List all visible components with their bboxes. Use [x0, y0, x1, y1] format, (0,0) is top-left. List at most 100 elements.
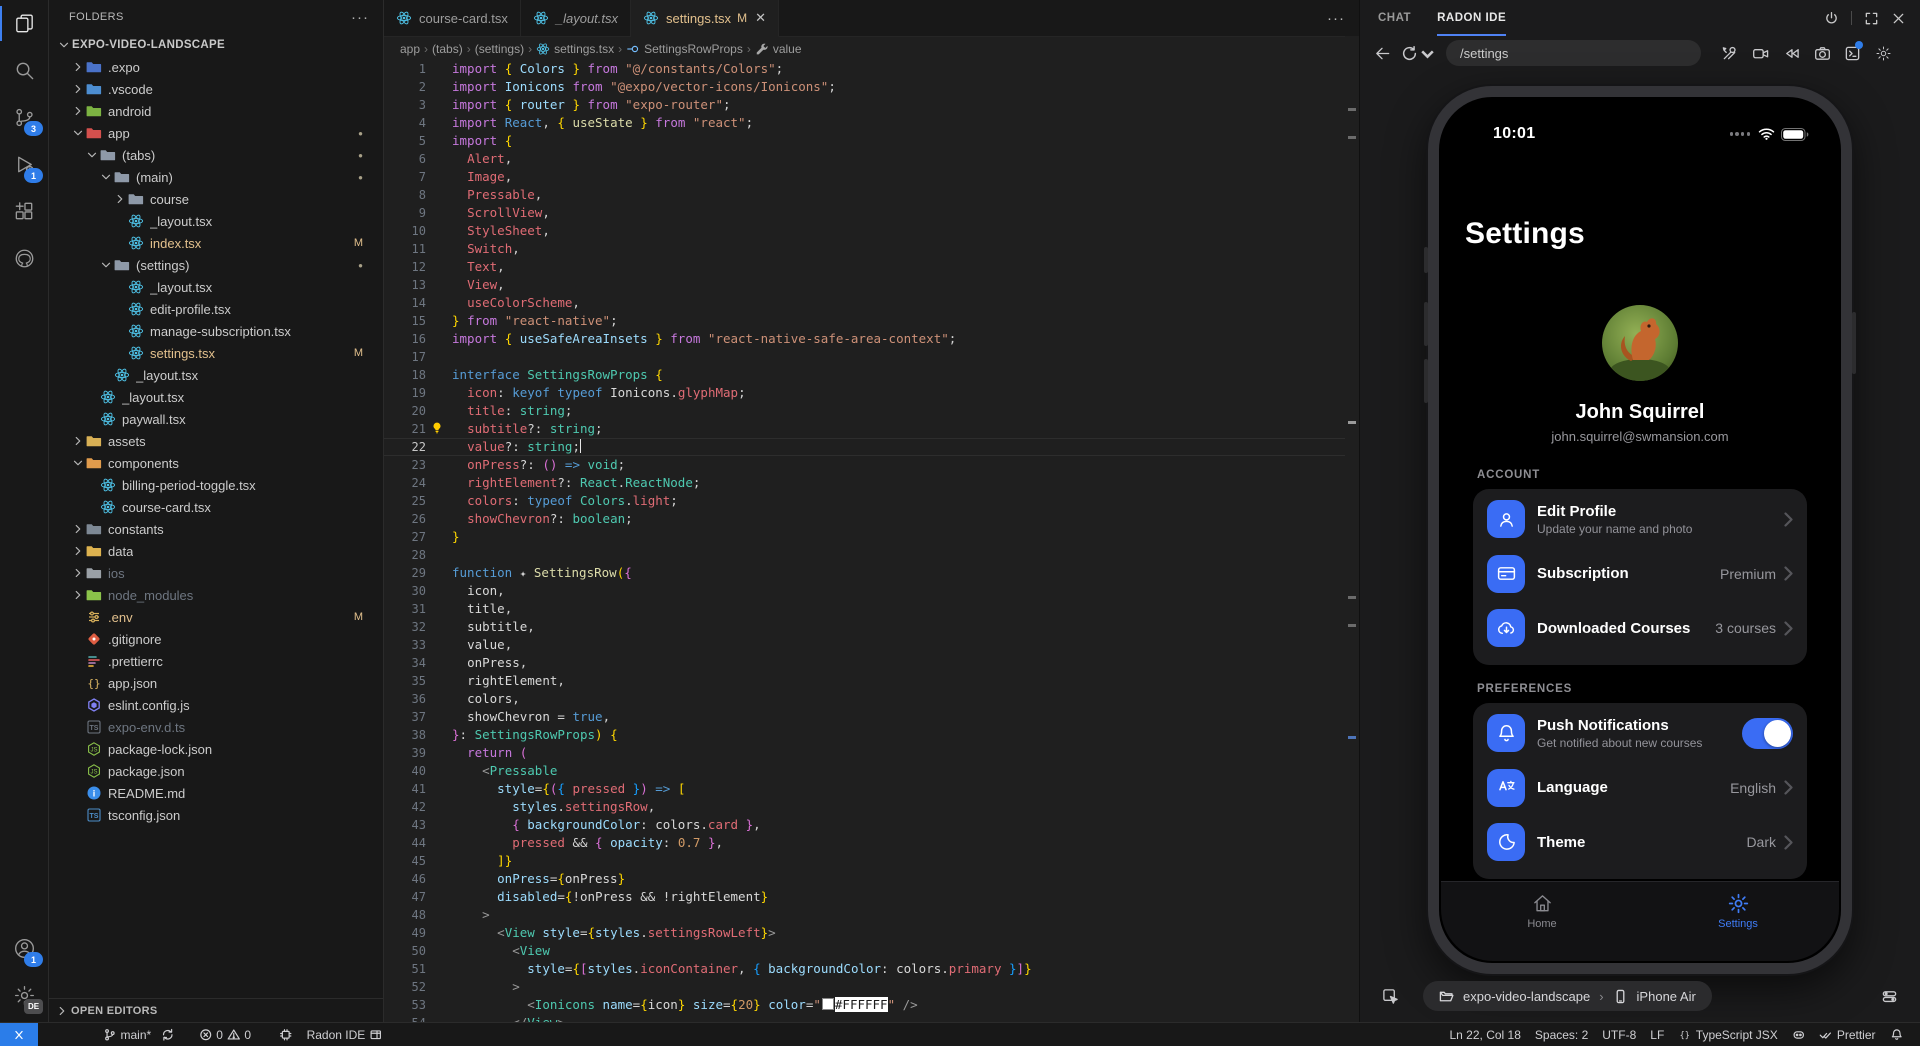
debug-tools-button[interactable] [1842, 41, 1863, 65]
tree-item--settings-[interactable]: (settings)● [49, 254, 383, 276]
tree-item-paywall-tsx[interactable]: paywall.tsx [49, 408, 383, 430]
copilot-status[interactable] [1785, 1028, 1813, 1042]
settings-row-language[interactable]: LanguageEnglish [1473, 761, 1807, 816]
back-icon[interactable] [1374, 45, 1391, 62]
breadcrumb-item-settingsrowprops[interactable]: SettingsRowProps [626, 42, 743, 56]
tab--layout-tsx[interactable]: _layout.tsx [521, 0, 631, 36]
tree-item-assets[interactable]: assets [49, 430, 383, 452]
cursor-position[interactable]: Ln 22, Col 18 [1443, 1028, 1528, 1042]
tree-item--layout-tsx[interactable]: _layout.tsx [49, 386, 383, 408]
tree-item-node-modules[interactable]: node_modules [49, 584, 383, 606]
formatter-status[interactable]: Prettier [1812, 1028, 1882, 1042]
github-activity-button[interactable] [0, 235, 48, 282]
breadcrumb[interactable]: app›(tabs)›(settings)›settings.tsx›Setti… [384, 37, 1359, 61]
breadcrumb-item--tabs-[interactable]: (tabs) [432, 42, 463, 56]
code-editor[interactable]: 1import { Colors } from "@/constants/Col… [384, 60, 1345, 1023]
tree-item-billing-period-toggle-tsx[interactable]: billing-period-toggle.tsx [49, 474, 383, 496]
tree-item--expo[interactable]: .expo [49, 56, 383, 78]
tree-item-index-tsx[interactable]: index.tsxM [49, 232, 383, 254]
tree-item--tabs-[interactable]: (tabs)● [49, 144, 383, 166]
tree-item-settings-tsx[interactable]: settings.tsxM [49, 342, 383, 364]
tree-item-components[interactable]: components [49, 452, 383, 474]
editor-scrollbar[interactable] [1345, 36, 1359, 1023]
breadcrumb-item-value[interactable]: value [755, 42, 802, 56]
phone-tab-home[interactable]: Home [1503, 882, 1581, 961]
expand-icon[interactable] [1864, 11, 1879, 26]
manage-settings-button[interactable]: DE [0, 972, 48, 1019]
notifications-status[interactable] [1883, 1028, 1911, 1042]
problems-status[interactable]: 0 0 [192, 1023, 258, 1046]
close-icon[interactable] [1891, 11, 1906, 26]
phone-tab-settings[interactable]: Settings [1699, 882, 1777, 961]
tree-item-course-card-tsx[interactable]: course-card.tsx [49, 496, 383, 518]
encoding-status[interactable]: UTF-8 [1595, 1028, 1643, 1042]
replay-button[interactable] [1781, 41, 1802, 65]
eol-status[interactable]: LF [1643, 1028, 1671, 1042]
tree-item-readme-md[interactable]: iREADME.md [49, 782, 383, 804]
indentation-status[interactable]: Spaces: 2 [1528, 1028, 1595, 1042]
editor-more-actions-icon[interactable]: ··· [1327, 10, 1345, 27]
inspect-icon[interactable] [1382, 988, 1399, 1005]
tree-item-expo-env-d-ts[interactable]: TSexpo-env.d.ts [49, 716, 383, 738]
tree-item-ios[interactable]: ios [49, 562, 383, 584]
settings-row-edit-profile[interactable]: Edit ProfileUpdate your name and photo [1473, 492, 1807, 547]
remote-indicator[interactable] [0, 1023, 38, 1046]
tab-radon-ide[interactable]: RADON IDE [1437, 0, 1506, 36]
screenshot-button[interactable] [1812, 41, 1833, 65]
color-swatch[interactable] [822, 998, 834, 1010]
tree-item-eslint-config-js[interactable]: eslint.config.js [49, 694, 383, 716]
settings-row-push-notifications[interactable]: Push NotificationsGet notified about new… [1473, 706, 1807, 761]
phone-screen[interactable]: 10:01 Settings [1441, 99, 1839, 961]
git-branch-status[interactable]: main* [96, 1023, 182, 1046]
tab-chat[interactable]: CHAT [1378, 0, 1411, 36]
device-preview[interactable]: 10:01 Settings [1428, 86, 1852, 974]
tab-course-card-tsx[interactable]: course-card.tsx [384, 0, 521, 36]
tree-item-expo-video-landscape[interactable]: EXPO-VIDEO-LANDSCAPE [49, 34, 383, 56]
tree-item--env[interactable]: .envM [49, 606, 383, 628]
tree-item--layout-tsx[interactable]: _layout.tsx [49, 364, 383, 386]
settings-row-theme[interactable]: ThemeDark [1473, 815, 1807, 870]
open-editors-section[interactable]: OPEN EDITORS [49, 998, 383, 1023]
tree-item-course[interactable]: course [49, 188, 383, 210]
radon-device-status[interactable] [272, 1023, 300, 1046]
tree-item-package-json[interactable]: JSpackage.json [49, 760, 383, 782]
tree-item-edit-profile-tsx[interactable]: edit-profile.tsx [49, 298, 383, 320]
tree-item-tsconfig-json[interactable]: TStsconfig.json [49, 804, 383, 826]
run-debug-activity-button[interactable]: 1 [0, 141, 48, 188]
search-activity-button[interactable] [0, 47, 48, 94]
tree-item-android[interactable]: android [49, 100, 383, 122]
tree-item--main-[interactable]: (main)● [49, 166, 383, 188]
language-status[interactable]: {}TypeScript JSX [1671, 1028, 1785, 1042]
accounts-button[interactable]: 1 [0, 925, 48, 972]
tree-item-app-json[interactable]: {}app.json [49, 672, 383, 694]
tree-item-app[interactable]: app● [49, 122, 383, 144]
tree-item--prettierrc[interactable]: .prettierrc [49, 650, 383, 672]
breadcrumb-item-settings-tsx[interactable]: settings.tsx [536, 42, 614, 56]
reload-button[interactable] [1401, 45, 1436, 62]
toggle-on[interactable] [1742, 718, 1793, 749]
source-control-activity-button[interactable]: 3 [0, 94, 48, 141]
settings-row-subscription[interactable]: SubscriptionPremium [1473, 547, 1807, 602]
close-tab-icon[interactable]: ✕ [755, 10, 766, 26]
device-selector[interactable]: expo-video-landscape › iPhone Air [1423, 981, 1712, 1011]
dev-tools-button[interactable] [1719, 41, 1740, 65]
extensions-activity-button[interactable] [0, 188, 48, 235]
screen-recording-button[interactable] [1750, 41, 1771, 65]
breadcrumb-item--settings-[interactable]: (settings) [475, 42, 524, 56]
breadcrumb-item-app[interactable]: app [400, 42, 420, 56]
tree-item--gitignore[interactable]: .gitignore [49, 628, 383, 650]
tree-item-data[interactable]: data [49, 540, 383, 562]
tree-item-package-lock-json[interactable]: JSpackage-lock.json [49, 738, 383, 760]
explorer-activity-button[interactable] [0, 0, 48, 47]
settings-row-downloaded-courses[interactable]: Downloaded Courses3 courses [1473, 601, 1807, 656]
tab-settings-tsx[interactable]: settings.tsxM✕ [631, 0, 779, 37]
tree-item-manage-subscription-tsx[interactable]: manage-subscription.tsx [49, 320, 383, 342]
route-input[interactable]: /settings [1446, 40, 1701, 66]
device-settings-icon[interactable] [1881, 988, 1898, 1005]
radon-ide-status[interactable]: Radon IDE [300, 1023, 390, 1046]
panel-settings-button[interactable] [1873, 41, 1894, 65]
more-actions-icon[interactable]: ··· [351, 9, 369, 26]
tree-item--vscode[interactable]: .vscode [49, 78, 383, 100]
power-icon[interactable] [1824, 11, 1839, 26]
avatar[interactable] [1602, 305, 1678, 381]
